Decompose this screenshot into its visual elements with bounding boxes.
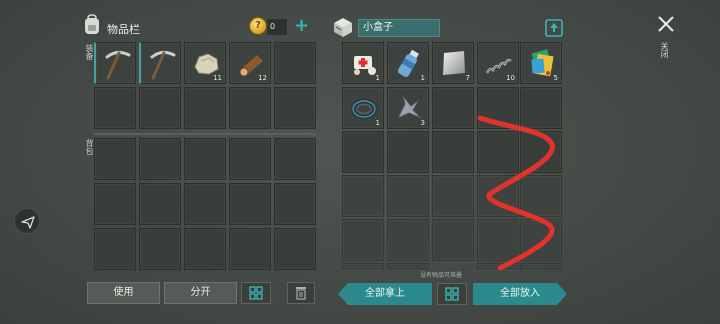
sort-button[interactable]: [241, 282, 271, 304]
locked-slot: [342, 219, 384, 261]
inventory-slot[interactable]: [274, 87, 316, 129]
backpack-slot[interactable]: [274, 183, 316, 225]
backpack-slot[interactable]: [94, 183, 136, 225]
backpack-slot[interactable]: [139, 183, 181, 225]
inventory-slot[interactable]: [139, 87, 181, 129]
put-all-button[interactable]: 全部放入: [473, 283, 567, 305]
discard-button[interactable]: [287, 282, 315, 304]
container-slot[interactable]: 1: [342, 42, 384, 84]
grid-icon: [249, 286, 263, 300]
locked-slot: [342, 175, 384, 217]
locked-slot: [432, 219, 474, 261]
equipped-label: 装备: [85, 44, 94, 60]
slot-quantity: 11: [213, 74, 222, 82]
equipped-slot[interactable]: [94, 42, 136, 84]
locked-slot: [342, 263, 384, 269]
trash-icon: [296, 287, 306, 300]
backpack-slot[interactable]: [229, 138, 271, 180]
container-slot[interactable]: 1: [342, 87, 384, 129]
container-slot[interactable]: 10: [477, 42, 519, 84]
close-label: 关闭: [660, 42, 669, 58]
backpack-slot[interactable]: [139, 228, 181, 270]
stack-hint: 没有物品可堆叠: [420, 272, 463, 279]
inventory-slot[interactable]: [94, 87, 136, 129]
locked-slot: [387, 175, 429, 217]
container-slot[interactable]: [387, 131, 429, 173]
slot-quantity: 10: [506, 74, 515, 82]
navigation-button[interactable]: [14, 208, 40, 234]
container-slot[interactable]: 3: [387, 87, 429, 129]
add-coins-button[interactable]: +: [294, 16, 309, 36]
container-slot[interactable]: 1: [387, 42, 429, 84]
inventory-title: 物品栏: [107, 23, 140, 36]
container-slot[interactable]: 7: [432, 42, 474, 84]
backpack-slot[interactable]: [94, 138, 136, 180]
close-icon[interactable]: [656, 14, 676, 34]
backpack-icon: [85, 14, 99, 34]
backpack-slot[interactable]: [229, 228, 271, 270]
coin-icon: ?: [249, 17, 267, 35]
send-arrow-icon: [21, 216, 35, 229]
inventory-slot[interactable]: [184, 87, 226, 129]
slot-quantity: 12: [258, 74, 267, 82]
backpack-slot[interactable]: [184, 138, 226, 180]
equipped-slot[interactable]: [139, 42, 181, 84]
inventory-slot[interactable]: [229, 87, 271, 129]
pickaxe-icon: [105, 50, 131, 80]
store-icon[interactable]: [545, 19, 563, 37]
backpack-slot[interactable]: [274, 138, 316, 180]
backpack-slot[interactable]: [274, 228, 316, 270]
inventory-slot[interactable]: 11: [184, 42, 226, 84]
split-button[interactable]: 分开: [164, 282, 237, 304]
inventory-slot[interactable]: 12: [229, 42, 271, 84]
backpack-slot[interactable]: [229, 183, 271, 225]
box-icon: [334, 18, 352, 37]
slot-quantity: 7: [465, 74, 470, 82]
divider: [94, 133, 316, 135]
backpack-slot[interactable]: [94, 228, 136, 270]
backpack-slot[interactable]: [184, 228, 226, 270]
backpack-slot[interactable]: [139, 138, 181, 180]
locked-slot: [387, 219, 429, 261]
inventory-slot[interactable]: [274, 42, 316, 84]
backpack-label: 背包: [85, 139, 94, 155]
slot-quantity: 1: [375, 119, 380, 127]
take-all-button[interactable]: 全部拿上: [338, 283, 432, 305]
backpack-slot[interactable]: [184, 183, 226, 225]
grid-icon: [445, 287, 459, 301]
container-slot[interactable]: 5: [520, 42, 562, 84]
locked-slot: [387, 263, 429, 269]
slot-quantity: 1: [375, 74, 380, 82]
slot-quantity: 1: [420, 74, 425, 82]
slot-quantity: 3: [420, 119, 425, 127]
slot-quantity: 5: [553, 74, 558, 82]
container-slot[interactable]: [432, 87, 474, 129]
coin-count: 0: [267, 19, 287, 35]
pickaxe-icon: [150, 50, 176, 80]
container-slot[interactable]: [432, 131, 474, 173]
container-name: 小盒子: [358, 19, 440, 37]
locked-slot: [432, 175, 474, 217]
container-sort-button[interactable]: [437, 283, 467, 305]
container-slot[interactable]: [342, 131, 384, 173]
use-button[interactable]: 使用: [87, 282, 160, 304]
red-scribble-annotation: [477, 115, 555, 271]
